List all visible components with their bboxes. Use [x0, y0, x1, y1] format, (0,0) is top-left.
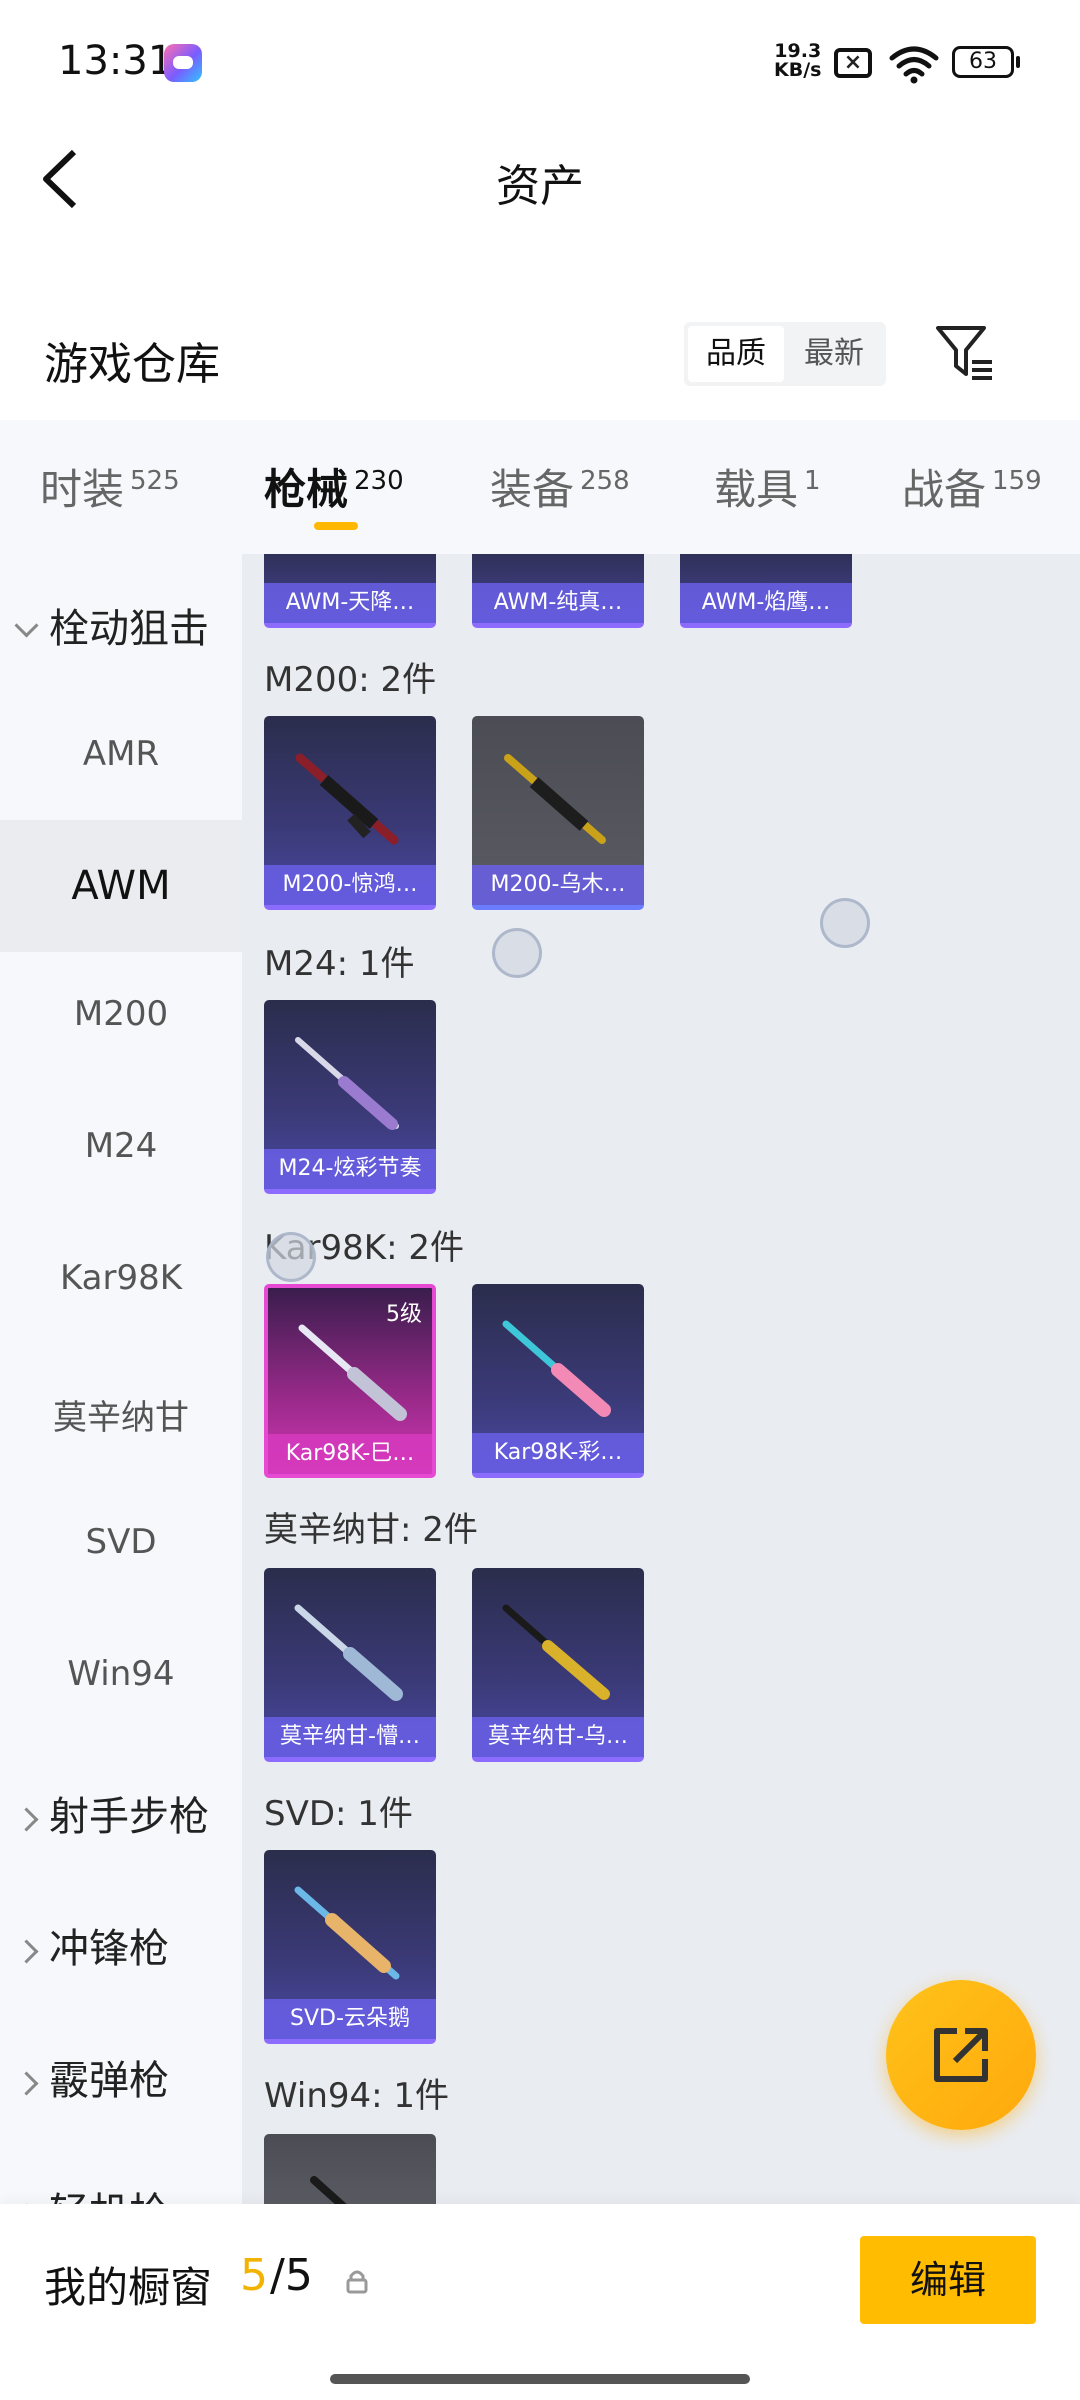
sidebar-item-awm[interactable]: AWM — [0, 820, 242, 952]
rifle-image — [504, 754, 606, 844]
sidebar-item-kar98k[interactable]: Kar98K — [0, 1258, 242, 1298]
filter-icon[interactable] — [934, 322, 996, 384]
sidebar-group-dmr[interactable]: 射手步枪 — [14, 1784, 209, 1842]
game-app-icon — [164, 44, 202, 82]
item-name: Kar98K-巳… — [268, 1434, 432, 1474]
sidebar-group-smg[interactable]: 冲锋枪 — [14, 1916, 169, 1974]
rifle-image — [294, 1886, 400, 1980]
item-name: 莫辛纳甘-懵… — [264, 1717, 436, 1757]
item-card[interactable]: SVD-云朵鹅 — [264, 1850, 436, 2044]
item-card[interactable]: M200-乌木… — [472, 716, 644, 910]
page-title: 资产 — [496, 161, 584, 212]
sidebar-group-shotgun[interactable]: 霰弹枪 — [14, 2048, 169, 2106]
chevron-down-icon — [14, 613, 39, 638]
tab-count: 230 — [354, 466, 404, 496]
tab-label: 载具 — [714, 465, 799, 514]
warehouse-title: 游戏仓库 — [44, 339, 220, 390]
rifle-image — [502, 1604, 610, 1700]
sidebar-item-svd[interactable]: SVD — [0, 1522, 242, 1562]
chevron-right-icon — [14, 2071, 39, 2096]
item-card[interactable]: Kar98K-彩… — [472, 1284, 644, 1478]
tab-count: 159 — [992, 466, 1042, 496]
battery-tip — [1016, 56, 1020, 68]
group-label-win94: Win94: 1件 — [264, 2076, 450, 2116]
item-name: AWM-天降… — [264, 583, 436, 623]
tab-count: 1 — [804, 466, 821, 496]
touch-indicator — [820, 898, 870, 948]
tab-fashion-label[interactable]: 时装 525 — [40, 456, 180, 517]
sidebar-item-amr[interactable]: AMR — [0, 732, 242, 822]
sidebar-item-m200[interactable]: M200 — [0, 994, 242, 1034]
tab-count: 258 — [580, 466, 630, 496]
tab-label: 枪械 — [264, 465, 349, 514]
tab-label: 战备 — [902, 465, 987, 514]
lock-icon — [346, 2270, 368, 2294]
touch-indicator — [492, 928, 542, 978]
item-name: Kar98K-彩… — [472, 1433, 644, 1473]
item-name: 莫辛纳甘-乌… — [472, 1717, 644, 1757]
sidebar-group-label: 栓动狙击 — [49, 606, 209, 652]
sidebar-item-mosin[interactable]: 莫辛纳甘 — [0, 1390, 242, 1439]
item-name: M200-惊鸿… — [264, 865, 436, 905]
showcase-label: 我的橱窗 — [44, 2263, 213, 2312]
item-card[interactable]: 莫辛纳甘-乌… — [472, 1568, 644, 1762]
rifle-image — [295, 1037, 399, 1130]
item-name: M24-炫彩节奏 — [264, 1149, 436, 1189]
network-speed-unit: KB/s — [774, 59, 822, 81]
battery-icon: 63 — [952, 46, 1014, 78]
tab-equipment-label[interactable]: 装备 258 — [490, 456, 630, 517]
sidebar-group-label: 射手步枪 — [49, 1794, 209, 1840]
wifi-icon — [889, 46, 939, 84]
group-label-m200: M200: 2件 — [264, 660, 437, 700]
tab-label: 时装 — [40, 465, 125, 514]
item-name: SVD-云朵鹅 — [264, 1999, 436, 2039]
home-indicator[interactable] — [330, 2374, 750, 2384]
group-label-m24: M24: 1件 — [264, 944, 415, 984]
no-sim-icon: × — [834, 48, 872, 78]
showcase-current-count: 5 — [240, 2250, 268, 2301]
active-tab-indicator — [314, 522, 358, 530]
share-button[interactable] — [886, 1980, 1036, 2130]
item-name: AWM-纯真… — [472, 583, 644, 623]
tab-guns-label[interactable]: 枪械 230 — [264, 456, 404, 517]
sort-newest-button[interactable]: 最新 — [786, 326, 882, 382]
touch-indicator — [266, 1232, 316, 1282]
tab-vehicles-label[interactable]: 载具 1 — [714, 456, 821, 517]
group-label-mosin: 莫辛纳甘: 2件 — [264, 1510, 478, 1550]
showcase-total-count: /5 — [270, 2250, 313, 2301]
tab-label: 装备 — [490, 465, 575, 514]
network-speed: 19.3 KB/s — [774, 42, 821, 80]
tab-tactical-label[interactable]: 战备 159 — [902, 456, 1042, 517]
sidebar-group-label: 霰弹枪 — [49, 2058, 169, 2104]
sidebar-item-m24[interactable]: M24 — [0, 1126, 242, 1166]
item-card[interactable]: M24-炫彩节奏 — [264, 1000, 436, 1194]
item-name: M200-乌木… — [472, 865, 644, 905]
item-card[interactable] — [264, 2134, 436, 2214]
item-card[interactable]: 莫辛纳甘-懵… — [264, 1568, 436, 1762]
status-time: 13:31 — [58, 38, 174, 84]
chevron-right-icon — [14, 1807, 39, 1832]
tab-count: 525 — [130, 466, 180, 496]
chevron-right-icon — [14, 1939, 39, 1964]
sort-quality-button[interactable]: 品质 — [688, 326, 784, 382]
item-card[interactable]: M200-惊鸿… — [264, 716, 436, 910]
rifle-image — [298, 1324, 407, 1421]
share-icon — [934, 2028, 988, 2082]
sidebar-item-win94[interactable]: Win94 — [0, 1654, 242, 1694]
group-label-svd: SVD: 1件 — [264, 1794, 413, 1834]
rifle-image — [295, 753, 399, 845]
rifle-image — [294, 1604, 403, 1701]
item-card[interactable]: 5级 Kar98K-巳… — [264, 1284, 436, 1478]
sidebar-group-label: 冲锋枪 — [49, 1926, 169, 1972]
sidebar-group-bolt-action[interactable]: 栓动狙击 — [14, 596, 209, 654]
edit-button[interactable]: 编辑 — [860, 2236, 1036, 2324]
item-name: AWM-焰鹰… — [680, 583, 852, 623]
rifle-image — [502, 1320, 611, 1417]
